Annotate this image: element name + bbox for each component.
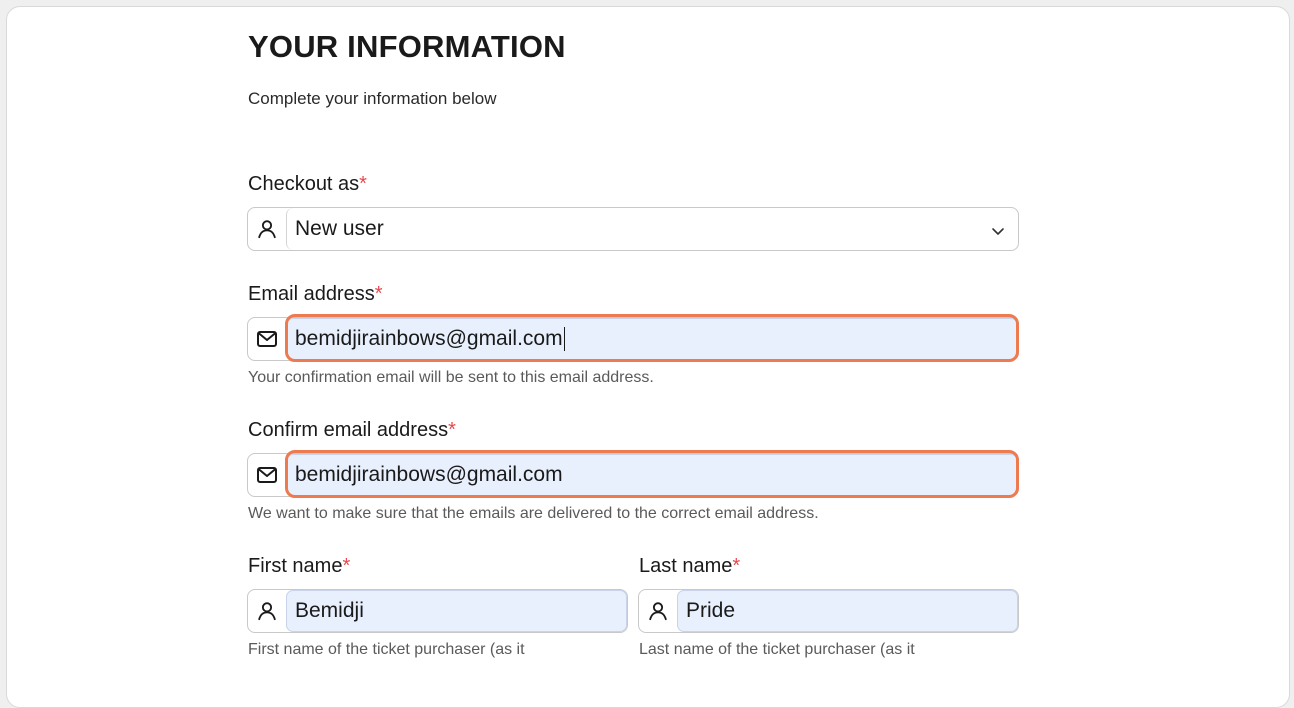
checkout-as-selected: New user [295, 217, 384, 240]
first-name-value: Bemidji [295, 599, 364, 622]
first-name-field[interactable]: Bemidji [247, 589, 628, 633]
checkout-as-value[interactable]: New user [286, 208, 1018, 250]
required-mark: * [732, 555, 741, 577]
checkout-as-label: Checkout as* [248, 173, 367, 196]
last-name-label-text: Last name [639, 555, 733, 577]
email-helper-text: Your confirmation email will be sent to … [248, 369, 654, 386]
confirm-email-label: Confirm email address* [248, 419, 456, 442]
required-mark: * [359, 173, 367, 195]
email-highlight-outline [285, 314, 1019, 362]
required-mark: * [342, 555, 351, 577]
page-title: YOUR INFORMATION [248, 29, 566, 64]
checkout-as-select[interactable]: New user [247, 207, 1019, 251]
user-icon [639, 590, 677, 632]
first-name-label: First name* [248, 555, 350, 578]
email-label: Email address* [248, 283, 383, 306]
required-mark: * [374, 283, 383, 305]
first-name-label-text: First name [248, 555, 343, 577]
required-mark: * [448, 419, 456, 441]
last-name-value: Pride [686, 599, 736, 622]
first-name-input[interactable]: Bemidji [286, 590, 627, 632]
confirm-email-label-text: Confirm email address [248, 419, 449, 441]
mail-icon [248, 454, 286, 496]
chevron-down-icon [990, 221, 1006, 245]
page-subtitle: Complete your information below [248, 89, 497, 108]
last-name-helper-text: Last name of the ticket purchaser (as it [639, 641, 915, 658]
mail-icon [248, 318, 286, 360]
first-name-helper-text: First name of the ticket purchaser (as i… [248, 641, 525, 658]
form-card: YOUR INFORMATION Complete your informati… [6, 6, 1290, 708]
user-icon [248, 208, 286, 250]
last-name-label: Last name* [639, 555, 740, 578]
confirm-email-helper-text: We want to make sure that the emails are… [248, 505, 819, 522]
confirm-email-highlight-outline [285, 450, 1019, 498]
email-label-text: Email address [248, 283, 375, 305]
last-name-field[interactable]: Pride [638, 589, 1019, 633]
checkout-as-label-text: Checkout as [248, 173, 360, 195]
user-icon [248, 590, 286, 632]
last-name-input[interactable]: Pride [677, 590, 1018, 632]
